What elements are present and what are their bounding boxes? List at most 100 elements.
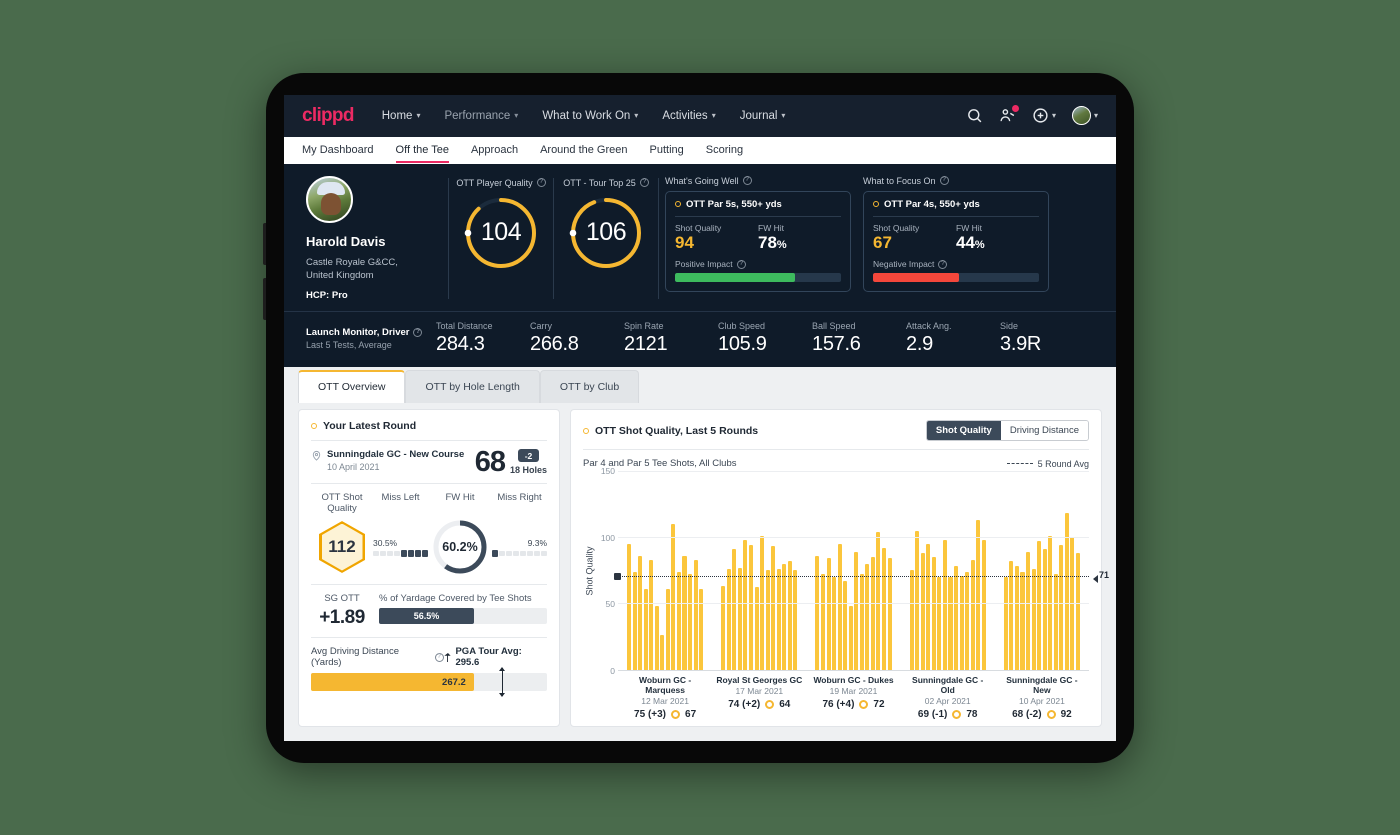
user-menu-button[interactable]: ▾ [1071, 106, 1098, 125]
chart-bar[interactable] [793, 570, 798, 670]
chart-bar[interactable] [815, 555, 820, 670]
help-icon[interactable]: ? [434, 652, 444, 662]
chart-bar[interactable] [937, 576, 942, 670]
help-icon[interactable]: ? [938, 259, 948, 269]
chart-bar[interactable] [959, 575, 964, 670]
chart-bar[interactable] [776, 568, 781, 670]
chart-bar[interactable] [1009, 561, 1014, 670]
chart-bar[interactable] [870, 557, 875, 670]
chart-bar[interactable] [643, 588, 648, 670]
search-button[interactable] [966, 107, 983, 124]
chart-bar[interactable] [915, 530, 920, 670]
chart-bar[interactable] [848, 606, 853, 670]
nav-item-what-to-work-on[interactable]: What to Work On ▾ [542, 110, 638, 122]
invite-people-button[interactable] [999, 105, 1019, 124]
chart-bar[interactable] [926, 543, 931, 670]
latest-round-score-meta: -2 18 Holes [510, 449, 547, 475]
chart-bar[interactable] [632, 571, 637, 670]
chart-bar[interactable] [1037, 541, 1042, 670]
chart-bar[interactable] [1059, 545, 1064, 670]
chart-bar[interactable] [782, 563, 787, 670]
chart-bar[interactable] [665, 588, 670, 670]
yardage-bar: 56.5% [379, 608, 547, 625]
launch-monitor-stat: Club Speed 105.9 [718, 321, 812, 356]
chart-bar[interactable] [765, 570, 770, 670]
avg-driving-distance-header: Avg Driving Distance (Yards) ? PGA Tour … [311, 646, 547, 668]
chart-bar[interactable] [748, 545, 753, 670]
chart-bar[interactable] [638, 555, 643, 670]
chart-bar[interactable] [954, 566, 959, 670]
chart-x-course: Woburn GC - Marquess [638, 674, 692, 695]
chart-bar[interactable] [909, 570, 914, 670]
chart-bar[interactable] [876, 531, 881, 670]
chart-bar[interactable] [737, 567, 742, 670]
tab-ott-by-hole-length[interactable]: OTT by Hole Length [405, 370, 540, 404]
tab-off-the-tee[interactable]: Off the Tee [395, 137, 450, 164]
chart-bar[interactable] [1026, 551, 1031, 670]
chart-x-group-label: Royal St Georges GC 17 Mar 2021 74 (+2) 64 [712, 675, 806, 720]
positive-impact-label: Positive Impact ? [675, 259, 841, 269]
chart-bar[interactable] [721, 586, 726, 670]
chart-bar[interactable] [676, 571, 681, 670]
chart-bar[interactable] [743, 539, 748, 670]
help-icon[interactable]: ? [736, 259, 746, 269]
chart-bar[interactable] [732, 549, 737, 670]
toggle-driving-distance[interactable]: Driving Distance [1000, 421, 1088, 441]
clippd-logo[interactable]: clippd [302, 105, 354, 127]
metric-fw-hit-value: 44% [956, 233, 1039, 253]
help-icon[interactable]: ? [939, 176, 949, 185]
chart-bar[interactable] [660, 635, 665, 670]
add-menu-button[interactable]: ▾ [1032, 107, 1056, 124]
chart-bar[interactable] [981, 539, 986, 670]
chart-bar[interactable] [931, 557, 936, 670]
tab-scoring[interactable]: Scoring [706, 137, 743, 164]
chart-bar[interactable] [699, 588, 704, 670]
tab-ott-by-hole-length-label: OTT by Hole Length [425, 381, 520, 394]
help-icon[interactable]: ? [413, 328, 423, 338]
chart-bar[interactable] [671, 523, 676, 670]
help-icon[interactable]: ? [742, 176, 752, 185]
chart-bar[interactable] [837, 543, 842, 670]
help-icon[interactable]: ? [639, 178, 649, 187]
chart-bar[interactable] [948, 576, 953, 670]
nav-item-home[interactable]: Home ▾ [382, 110, 421, 122]
chart-bar[interactable] [787, 561, 792, 670]
chart-bar[interactable] [771, 546, 776, 670]
chart-bar[interactable] [627, 543, 632, 670]
chart-bar[interactable] [820, 574, 826, 670]
tab-ott-by-club[interactable]: OTT by Club [539, 370, 640, 404]
chart-bar[interactable] [843, 580, 848, 670]
chart-bar[interactable] [1003, 576, 1008, 670]
chart-bar[interactable] [1053, 574, 1058, 670]
chart-bar[interactable] [654, 606, 659, 670]
chart-bar[interactable] [726, 568, 731, 670]
chart-bar[interactable] [682, 555, 687, 670]
chart-bar[interactable] [854, 551, 859, 670]
chart-bar[interactable] [1031, 568, 1036, 670]
nav-item-performance[interactable]: Performance ▾ [444, 110, 518, 122]
tab-approach[interactable]: Approach [471, 137, 518, 164]
chart-bar[interactable] [1014, 566, 1019, 670]
chart-bar[interactable] [942, 539, 947, 670]
chart-bar[interactable] [859, 574, 864, 670]
chart-y-tick: 50 [605, 599, 615, 609]
chart-bar[interactable] [1020, 571, 1025, 670]
chart-bar[interactable] [754, 587, 759, 670]
tab-ott-overview[interactable]: OTT Overview [298, 370, 406, 404]
tab-around-the-green[interactable]: Around the Green [540, 137, 627, 164]
tab-my-dashboard[interactable]: My Dashboard [302, 137, 374, 164]
chart-bar[interactable] [1075, 553, 1080, 670]
chart-bar[interactable] [865, 563, 870, 670]
nav-item-journal[interactable]: Journal ▾ [740, 110, 786, 122]
chart-bar[interactable] [688, 574, 693, 670]
tab-putting[interactable]: Putting [650, 137, 684, 164]
help-icon[interactable]: ? [536, 178, 546, 187]
nav-item-activities[interactable]: Activities ▾ [662, 110, 715, 122]
toggle-shot-quality[interactable]: Shot Quality [926, 421, 1001, 441]
chart-bar[interactable] [965, 571, 970, 670]
chart-bar[interactable] [976, 520, 981, 670]
chart-bar[interactable] [1042, 549, 1047, 670]
chart-bar[interactable] [881, 547, 887, 670]
chart-bar[interactable] [832, 576, 837, 670]
chart-bar[interactable] [920, 553, 925, 670]
